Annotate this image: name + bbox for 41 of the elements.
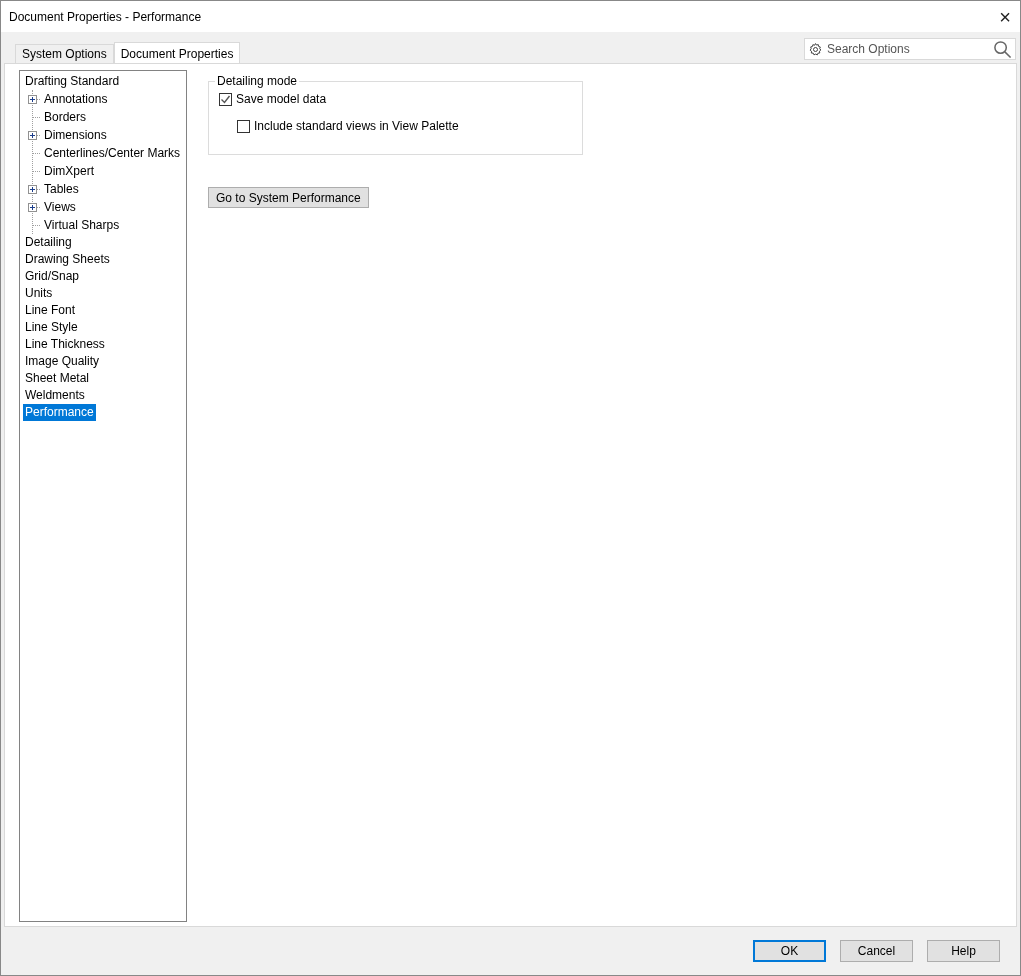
dialog-button[interactable]: Cancel [840,940,913,962]
tab[interactable]: System Options [15,44,114,63]
dialog-button[interactable]: Help [927,940,1000,962]
tree-item[interactable]: Virtual Sharps [42,216,122,234]
checkbox-label: Save model data [236,91,327,108]
checkbox-label: Include standard views in View Palette [254,118,459,135]
tree-item[interactable]: Tables [42,180,81,198]
tree-item[interactable]: Units [23,285,55,302]
checkbox[interactable] [237,119,250,133]
search-icon[interactable] [993,39,1012,59]
close-button[interactable]: × [990,1,1020,32]
tree-item[interactable]: Sheet Metal [23,370,92,387]
tree-item[interactable]: Borders [42,108,89,126]
tree-item[interactable]: Grid/Snap [23,268,82,285]
gear-icon [808,41,823,57]
tree-item[interactable]: Image Quality [23,353,102,370]
tree-item[interactable]: Dimensions [42,126,109,144]
window-title: Document Properties - Performance [9,8,202,26]
tree-item[interactable]: Line Style [23,319,80,336]
group-title: Detailing mode [215,74,300,88]
plus-icon[interactable] [28,202,37,212]
tree-item[interactable]: Annotations [42,90,110,108]
plus-icon[interactable] [28,130,37,140]
tree-item[interactable]: Line Font [23,302,78,319]
system-performance-button[interactable]: Go to System Performance [208,187,369,208]
checkbox[interactable] [219,92,232,106]
search-field[interactable]: Search Options [827,40,989,58]
dialog-button[interactable]: OK [753,940,826,962]
plus-icon[interactable] [28,94,37,104]
tree-item[interactable]: Centerlines/Center Marks [42,144,183,162]
tree-item[interactable]: Performance [23,404,96,421]
plus-icon[interactable] [28,184,37,194]
tree-item[interactable]: DimXpert [42,162,96,180]
tree-item[interactable]: Detailing [23,234,74,251]
tree-item[interactable]: Drawing Sheets [23,251,112,268]
tree-item[interactable]: Drafting Standard [23,73,122,90]
tree-item[interactable]: Line Thickness [23,336,107,353]
tab[interactable]: Document Properties [113,42,241,64]
tree-item[interactable]: Weldments [23,387,87,404]
search-bar[interactable]: Search Options [804,38,1016,60]
tree-item[interactable]: Views [42,198,78,216]
